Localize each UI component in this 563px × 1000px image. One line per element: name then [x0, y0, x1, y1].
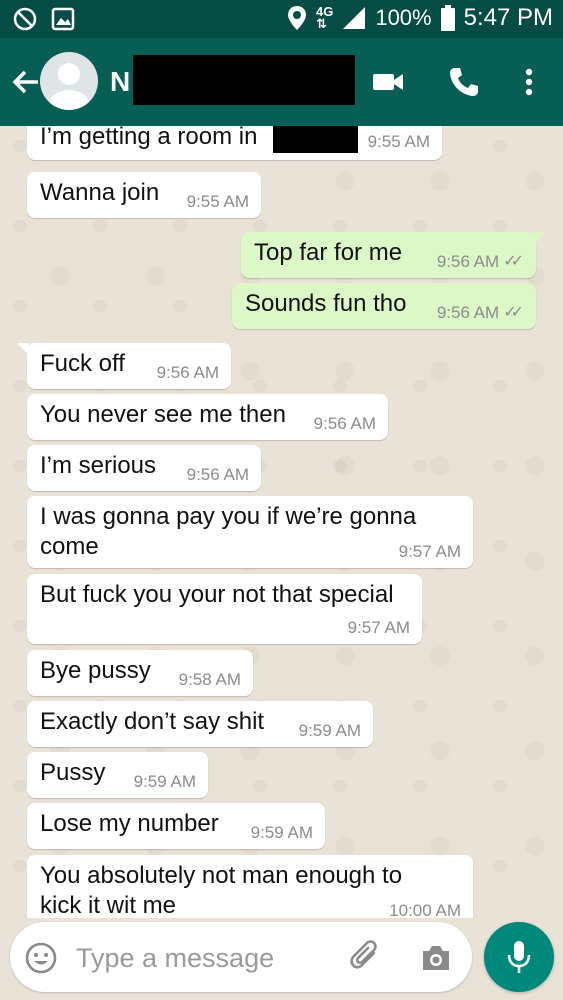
message-time: 9:56 AM: [156, 363, 219, 382]
message-text: I was gonna pay you if we’re gonna come: [40, 503, 417, 560]
message-text: Exactly don’t say shit: [40, 708, 265, 735]
network-indicator: 4G ⇅: [315, 4, 334, 31]
message-input[interactable]: Type a message: [76, 943, 274, 974]
more-vert-icon[interactable]: [511, 64, 547, 100]
message-time: 9:55 AM: [367, 132, 430, 151]
message-text: I’m getting a room in: [40, 126, 258, 150]
message-bubble-incoming[interactable]: Bye pussy 9:58 AM: [27, 650, 253, 696]
double-check-icon: ✓✓: [503, 253, 524, 270]
message-bubble-incoming[interactable]: Exactly don’t say shit 9:59 AM: [27, 701, 373, 747]
image-icon: [51, 7, 75, 31]
message-bubble-incoming[interactable]: Fuck off 9:56 AM: [17, 343, 231, 389]
mic-button[interactable]: [484, 922, 554, 992]
video-call-icon[interactable]: [370, 64, 406, 100]
location-icon: [287, 6, 306, 30]
emoji-icon[interactable]: [24, 941, 58, 975]
message-time: 9:58 AM: [178, 670, 241, 689]
status-bar: 4G ⇅ 100% 5:47 PM: [0, 0, 563, 38]
chat-header: N: [0, 38, 563, 126]
camera-icon[interactable]: [419, 941, 453, 975]
message-time: 9:55 AM: [186, 192, 249, 211]
battery-percent: 100%: [375, 5, 432, 30]
signal-icon: [343, 7, 366, 29]
message-bubble-incoming[interactable]: Wanna join 9:55 AM: [27, 172, 261, 218]
avatar[interactable]: [40, 52, 98, 110]
mic-icon: [507, 941, 531, 973]
bubble-tail: [17, 343, 29, 355]
message-text: Sounds fun tho: [245, 290, 407, 317]
back-arrow-icon[interactable]: [10, 66, 42, 98]
message-bubble-incoming[interactable]: I was gonna pay you if we’re gonna come …: [27, 496, 473, 568]
avatar-icon: [48, 63, 90, 110]
message-text: I’m serious: [40, 452, 157, 479]
battery-icon: [440, 5, 455, 31]
message-bubble-incoming[interactable]: But fuck you your not that special 9:57 …: [27, 574, 422, 644]
block-icon: [13, 7, 37, 31]
message-text: Wanna join: [40, 179, 160, 206]
message-text: Bye pussy: [40, 657, 151, 684]
message-bubble-outgoing[interactable]: Top far for me 9:56 AM ✓✓: [241, 232, 546, 278]
message-time: 9:56 AM ✓✓: [436, 303, 524, 322]
message-time: 9:56 AM: [186, 465, 249, 484]
message-time: 9:59 AM: [298, 721, 361, 740]
message-bubble-incoming[interactable]: I’m getting a room in 9:55 AM: [27, 126, 442, 160]
message-bubble-incoming[interactable]: You absolutely not man enough to kick it…: [27, 855, 473, 918]
message-time: 10:00 AM: [389, 901, 461, 918]
message-text: Fuck off: [40, 350, 125, 377]
bubble-tail: [534, 232, 546, 244]
message-text: You absolutely not man enough to kick it…: [40, 862, 403, 918]
message-bubble-incoming[interactable]: Lose my number 9:59 AM: [27, 803, 325, 849]
contact-name[interactable]: N: [110, 66, 130, 98]
message-time: 9:59 AM: [250, 823, 313, 842]
message-time: 9:56 AM ✓✓: [436, 252, 524, 271]
message-bubble-incoming[interactable]: Pussy 9:59 AM: [27, 752, 208, 798]
message-time: 9:59 AM: [133, 772, 196, 791]
message-text: Lose my number: [40, 810, 219, 837]
message-text: Top far for me: [254, 239, 403, 266]
double-check-icon: ✓✓: [503, 304, 524, 321]
message-bubble-incoming[interactable]: I’m serious 9:56 AM: [27, 445, 261, 491]
message-time: 9:56 AM: [313, 414, 376, 433]
message-bubble-incoming[interactable]: You never see me then 9:56 AM: [27, 394, 388, 440]
redaction-bar: [133, 55, 355, 105]
message-bubble-outgoing[interactable]: Sounds fun tho 9:56 AM ✓✓: [232, 283, 536, 329]
message-time: 9:57 AM: [398, 542, 461, 561]
redaction-bar: [273, 126, 358, 153]
message-list[interactable]: I’m getting a room in 9:55 AM Wanna join…: [0, 126, 563, 918]
phone-icon[interactable]: [446, 64, 482, 100]
message-time: 9:57 AM: [347, 618, 410, 637]
message-input-bar: Type a message: [10, 922, 472, 992]
status-time: 5:47 PM: [463, 4, 553, 31]
attach-icon[interactable]: [348, 939, 384, 975]
message-text: You never see me then: [40, 401, 286, 428]
message-text: Pussy: [40, 759, 106, 786]
message-text: But fuck you your not that special: [40, 581, 394, 608]
